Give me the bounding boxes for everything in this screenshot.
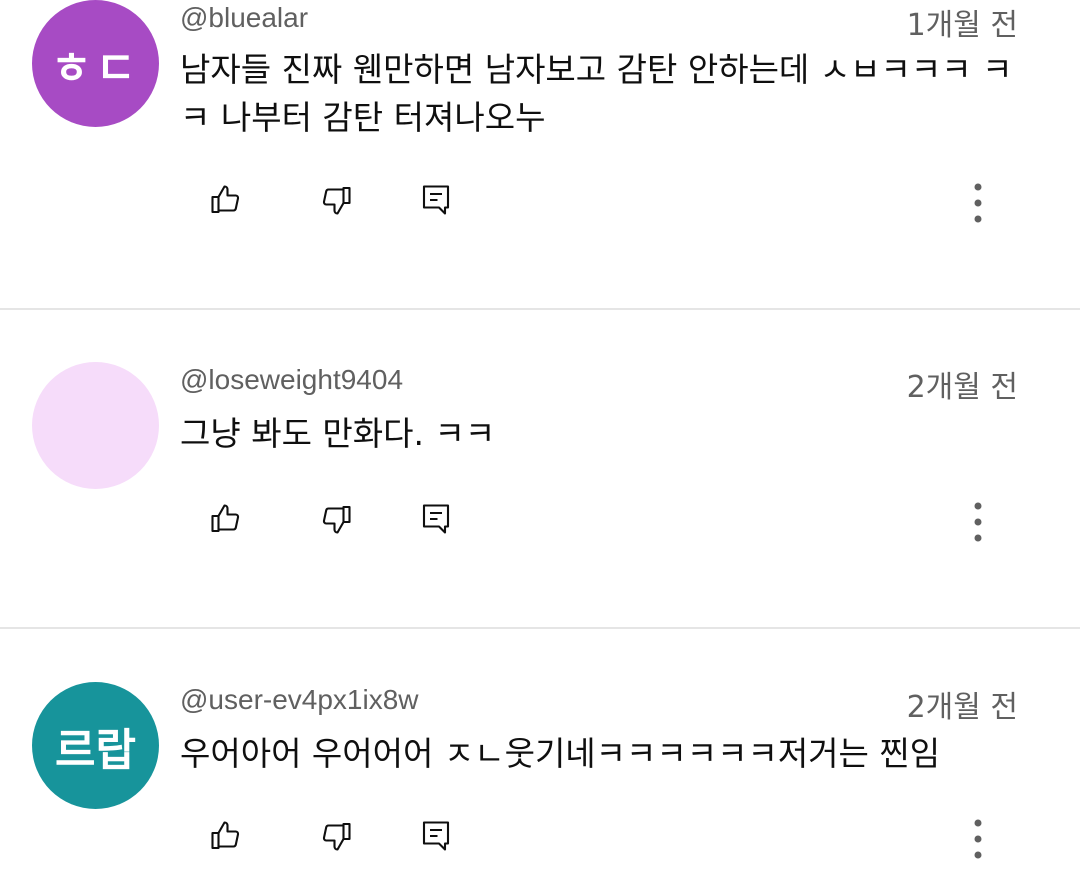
reply-button[interactable] — [414, 814, 458, 858]
avatar[interactable]: ㅎㄷ — [32, 0, 159, 127]
reply-button[interactable] — [414, 497, 458, 541]
comment-item: ㅎㄷ @bluealar 1개월 전 남자들 진짜 웬만하면 남자보고 감탄 안… — [0, 0, 1080, 308]
comment-text: 그냥 봐도 만화다. ㅋㅋ — [180, 414, 496, 453]
reply-icon — [422, 504, 450, 534]
more-button[interactable] — [956, 178, 1000, 228]
divider — [0, 627, 1080, 629]
reply-icon — [422, 821, 450, 851]
avatar[interactable] — [32, 362, 159, 489]
comment-item: @loseweight9404 2개월 전 그냥 봐도 만화다. ㅋㅋ — [0, 362, 1080, 628]
like-button[interactable] — [204, 814, 248, 858]
more-vertical-icon — [974, 819, 982, 859]
thumbs-up-icon — [211, 821, 240, 850]
comment-author[interactable]: @user-ev4px1ix8w — [180, 684, 419, 716]
more-button[interactable] — [956, 497, 1000, 547]
dislike-button[interactable] — [314, 178, 358, 222]
comment-time: 2개월 전 — [906, 690, 1018, 725]
comment-author[interactable]: @loseweight9404 — [180, 364, 403, 396]
comment-text: 남자들 진짜 웬만하면 남자보고 감탄 안하는데 ㅅㅂㅋㅋㅋ ㅋㅋ 나부터 감탄… — [180, 50, 1013, 137]
comment-item: 르랍 @user-ev4px1ix8w 2개월 전 우어아어 우어어어 ㅈㄴ웃기… — [0, 682, 1080, 885]
more-vertical-icon — [974, 502, 982, 542]
thumbs-up-icon — [211, 185, 240, 214]
divider — [0, 308, 1080, 310]
comment-actions — [0, 497, 1080, 547]
reply-icon — [422, 185, 450, 215]
dislike-button[interactable] — [314, 497, 358, 541]
more-button[interactable] — [956, 814, 1000, 864]
comment-actions — [0, 814, 1080, 864]
thumbs-down-icon — [322, 822, 351, 851]
dislike-button[interactable] — [314, 814, 358, 858]
reply-button[interactable] — [414, 178, 458, 222]
avatar[interactable]: 르랍 — [32, 682, 159, 809]
more-vertical-icon — [974, 183, 982, 223]
comment-text: 우어아어 우어어어 ㅈㄴ웃기네ㅋㅋㅋㅋㅋㅋ저거는 찐임 — [180, 734, 941, 773]
comment-author[interactable]: @bluealar — [180, 2, 308, 34]
like-button[interactable] — [204, 178, 248, 222]
comment-time: 2개월 전 — [906, 370, 1018, 405]
comment-actions — [0, 178, 1080, 228]
like-button[interactable] — [204, 497, 248, 541]
thumbs-down-icon — [322, 186, 351, 215]
thumbs-up-icon — [211, 504, 240, 533]
thumbs-down-icon — [322, 505, 351, 534]
comment-time: 1개월 전 — [906, 8, 1018, 43]
